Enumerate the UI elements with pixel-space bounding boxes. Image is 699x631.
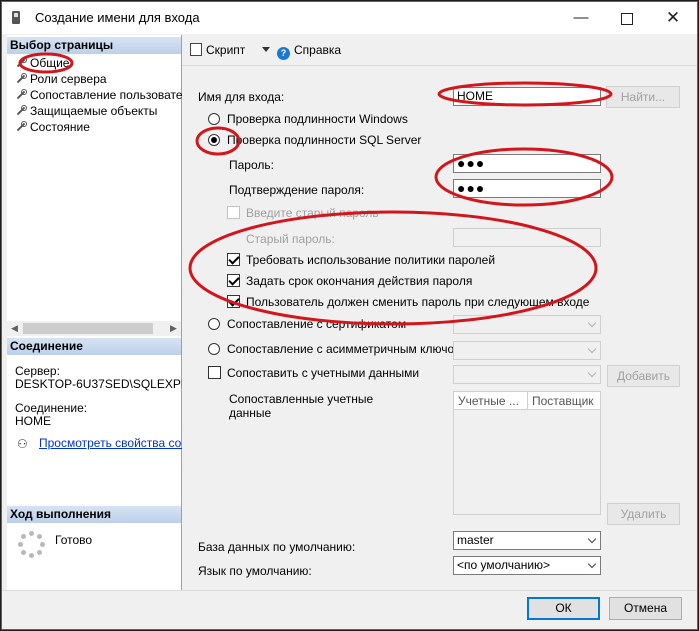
scroll-left-icon[interactable]: ◀ xyxy=(7,321,22,336)
progress-header: Ход выполнения xyxy=(7,506,181,523)
scroll-right-icon[interactable]: ▶ xyxy=(166,321,181,336)
old-password-input[interactable] xyxy=(453,228,601,247)
asymmetric-key-radio[interactable] xyxy=(208,343,220,355)
login-name-input[interactable]: HOME xyxy=(453,87,601,106)
script-label: Скрипт xyxy=(206,43,246,57)
enforce-expiration-checkbox[interactable] xyxy=(227,274,240,287)
page-general-label: Общие xyxy=(30,56,70,70)
default-database-combo[interactable]: master xyxy=(453,531,601,550)
must-change-label: Пользователь должен сменить пароль при с… xyxy=(246,295,590,309)
windows-auth-label: Проверка подлинности Windows xyxy=(227,112,408,126)
title-bar[interactable]: Создание имени для входа — ✕ xyxy=(2,2,697,34)
page-general[interactable]: Общие xyxy=(15,55,69,71)
server-label: Сервер: xyxy=(15,364,60,378)
sql-auth-radio[interactable] xyxy=(208,134,220,146)
enter-old-password-checkbox[interactable] xyxy=(227,206,240,219)
chevron-down-icon xyxy=(589,536,597,544)
page-status[interactable]: Состояние xyxy=(15,119,90,135)
general-page: Имя для входа: HOME Найти... Проверка по… xyxy=(182,66,697,590)
cancel-button[interactable]: Отмена xyxy=(609,597,682,620)
progress-spinner-icon xyxy=(18,531,45,558)
password-input[interactable]: ●●● xyxy=(453,154,601,173)
credential-combo[interactable] xyxy=(453,365,601,384)
help-button[interactable]: ? Справка xyxy=(277,43,341,60)
left-pane: Выбор страницы Общие Роли сервера Сопост… xyxy=(7,35,198,595)
page-server-roles-label: Роли сервера xyxy=(30,72,107,86)
page-user-mapping[interactable]: Сопоставление пользовате xyxy=(15,87,183,103)
select-page-header: Выбор страницы xyxy=(7,37,181,54)
connection-value: HOME xyxy=(15,414,51,428)
chevron-down-icon xyxy=(589,320,597,328)
page-securables-label: Защищаемые объекты xyxy=(30,104,158,118)
mapped-credentials-grid[interactable]: Учетные ... Поставщик xyxy=(453,391,601,515)
grid-column-provider[interactable]: Поставщик xyxy=(528,392,600,410)
password-label: Пароль: xyxy=(229,158,274,172)
find-button[interactable]: Найти... xyxy=(606,86,680,108)
scroll-thumb[interactable] xyxy=(23,323,153,334)
enforce-policy-checkbox[interactable] xyxy=(227,253,240,266)
must-change-checkbox[interactable] xyxy=(227,295,240,308)
add-credential-button[interactable]: Добавить xyxy=(607,365,680,387)
enter-old-password-label: Введите старый пароль xyxy=(246,206,379,220)
horizontal-scrollbar[interactable]: ◀ ▶ xyxy=(7,321,181,336)
wrench-icon xyxy=(15,57,27,68)
progress-status: Готово xyxy=(55,533,93,547)
login-dialog: Создание имени для входа — ✕ Выбор стран… xyxy=(1,1,698,630)
chevron-down-icon xyxy=(589,370,597,378)
sql-auth-label: Проверка подлинности SQL Server xyxy=(227,133,422,147)
script-icon xyxy=(190,43,202,56)
maximize-button[interactable] xyxy=(604,2,650,34)
certificate-label: Сопоставление с сертификатом xyxy=(227,317,407,331)
certificate-radio[interactable] xyxy=(208,318,220,330)
connection-header: Соединение xyxy=(7,338,181,355)
connection-properties-icon: ⚇ xyxy=(17,437,28,451)
wrench-icon xyxy=(15,105,27,116)
chevron-down-icon xyxy=(589,561,597,569)
wrench-icon xyxy=(15,89,27,100)
asymmetric-key-label: Сопоставление с асимметричным ключом xyxy=(227,342,463,356)
map-credential-checkbox[interactable] xyxy=(208,366,221,379)
chevron-down-icon xyxy=(589,346,597,354)
certificate-combo[interactable] xyxy=(453,315,601,334)
help-label: Справка xyxy=(294,43,342,57)
confirm-password-input[interactable]: ●●● xyxy=(453,179,601,198)
server-value: DESKTOP-6U37SED\SQLEXPRE xyxy=(15,377,198,391)
app-icon xyxy=(12,11,20,24)
map-credential-label: Сопоставить с учетными данными xyxy=(227,366,420,380)
windows-auth-radio[interactable] xyxy=(208,113,220,125)
remove-credential-button[interactable]: Удалить xyxy=(607,503,680,525)
grid-column-credential[interactable]: Учетные ... xyxy=(454,392,528,410)
asymmetric-key-combo[interactable] xyxy=(453,341,601,360)
wrench-icon xyxy=(15,121,27,132)
login-name-label: Имя для входа: xyxy=(198,90,285,104)
script-dropdown-icon[interactable] xyxy=(262,47,270,52)
enforce-expiration-label: Задать срок окончания действия пароля xyxy=(246,274,473,288)
script-button[interactable]: Скрипт xyxy=(190,43,245,57)
minimize-button[interactable]: — xyxy=(558,2,604,34)
default-language-label: Язык по умолчанию: xyxy=(198,564,312,578)
mapped-credentials-label: Сопоставленные учетные данные xyxy=(229,392,374,420)
default-language-combo[interactable]: <по умолчанию> xyxy=(453,556,601,575)
maximize-icon xyxy=(621,13,633,25)
default-language-value: <по умолчанию> xyxy=(457,558,551,572)
default-database-label: База данных по умолчанию: xyxy=(198,540,356,554)
page-user-mapping-label: Сопоставление пользовате xyxy=(30,88,183,102)
close-button[interactable]: ✕ xyxy=(650,2,696,34)
page-securables[interactable]: Защищаемые объекты xyxy=(15,103,157,119)
confirm-password-label: Подтверждение пароля: xyxy=(229,183,365,197)
default-database-value: master xyxy=(457,533,494,547)
connection-label: Соединение: xyxy=(15,401,88,415)
help-icon: ? xyxy=(277,47,290,60)
wrench-icon xyxy=(15,73,27,84)
old-password-label: Старый пароль: xyxy=(246,232,335,246)
page-server-roles[interactable]: Роли сервера xyxy=(15,71,107,87)
view-connection-properties-link[interactable]: Просмотреть свойства соед xyxy=(39,436,195,450)
dialog-footer: ОК Отмена xyxy=(2,590,697,629)
window-title: Создание имени для входа xyxy=(35,10,200,25)
toolbar: Скрипт ? Справка xyxy=(182,35,697,66)
ok-button[interactable]: ОК xyxy=(527,597,600,620)
enforce-policy-label: Требовать использование политики паролей xyxy=(246,253,496,267)
page-status-label: Состояние xyxy=(30,120,90,134)
